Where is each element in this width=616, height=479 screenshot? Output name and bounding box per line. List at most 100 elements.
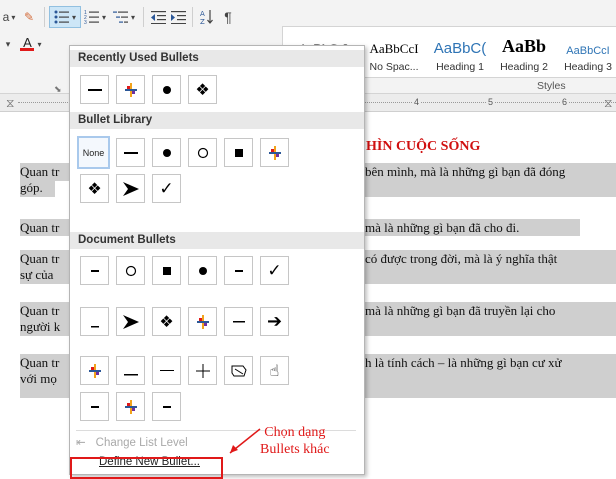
- style-sample: AaBb: [501, 36, 546, 56]
- bullet-colorful-option[interactable]: [116, 75, 145, 104]
- bullet-colorful-option[interactable]: [188, 307, 217, 336]
- font-color-swatch: [20, 48, 35, 51]
- paragraph-text: sự của: [20, 267, 54, 282]
- ruler-mark: 4: [412, 97, 422, 107]
- multilevel-list-icon: [112, 11, 128, 23]
- pointing-hand-icon: ☝: [269, 361, 280, 380]
- paragraph-text: Quan tr: [20, 251, 60, 266]
- paragraph-text: Quan tr: [20, 303, 60, 318]
- bullet-short-dash-option[interactable]: [152, 392, 181, 421]
- paragraph-text: mà là những gì bạn đã cho đi.: [365, 220, 520, 235]
- bullet-filled-circle-option[interactable]: [152, 75, 181, 104]
- bullet-short-dash-option[interactable]: [224, 256, 253, 285]
- bullet-colorful-option[interactable]: [116, 392, 145, 421]
- format-painter-icon[interactable]: ✎: [18, 6, 40, 28]
- bullet-colorful-option[interactable]: [260, 138, 289, 167]
- annotation-line: Chọn dạng: [264, 425, 326, 440]
- paragraph-text: mà là những gì bạn đã truyền lại cho: [365, 303, 556, 318]
- annotation-text: Chọn dạng Bullets khác: [260, 424, 330, 458]
- change-list-level-label: Change List Level: [95, 437, 188, 449]
- bullet-diamond-option[interactable]: ❖: [152, 307, 181, 336]
- plus-icon: [195, 363, 210, 378]
- four-diamond-icon: ❖: [159, 312, 174, 331]
- document-bullets-header: Document Bullets: [70, 232, 364, 249]
- style-name: No Spac...: [369, 61, 419, 73]
- arrowhead-icon: [122, 181, 139, 196]
- style-name: Heading 1: [436, 61, 484, 73]
- right-arrow-icon: ➔: [266, 311, 283, 332]
- bullets-icon: [54, 10, 69, 24]
- font-case-dropdown[interactable]: a ▾: [0, 6, 18, 28]
- bullet-thin-dash-option[interactable]: [152, 356, 181, 385]
- bullet-long-dash-option[interactable]: [116, 356, 145, 385]
- bullet-hand-option[interactable]: ☝: [260, 356, 289, 385]
- chevron-down-icon: ▾: [101, 12, 106, 22]
- style-name: Heading 3: [564, 61, 612, 73]
- font-color-button[interactable]: A ▾: [16, 33, 46, 55]
- svg-text:Z: Z: [200, 18, 205, 25]
- style-heading-3[interactable]: AaBbCcI Heading 3: [559, 27, 616, 77]
- bullet-arrow-option[interactable]: ➔: [260, 307, 289, 336]
- paragraph-text: h là tính cách – là những gì bạn cư xử: [365, 355, 562, 370]
- bullet-arrowhead-option[interactable]: [116, 307, 145, 336]
- paragraph-text: Quan tr: [20, 220, 60, 235]
- change-level-icon: ⇤: [76, 437, 86, 449]
- bullet-arrowhead-option[interactable]: [116, 174, 145, 203]
- paragraph-text: có được trong đời, mà là ý nghĩa thật: [365, 251, 558, 266]
- colorful-bullet-icon: [196, 314, 209, 329]
- style-sample: AaBbC(: [433, 40, 487, 57]
- bullet-plus-option[interactable]: [188, 356, 217, 385]
- bullet-filled-circle-option[interactable]: [152, 138, 181, 167]
- bullet-dash-option[interactable]: [116, 138, 145, 167]
- increase-indent-icon: [170, 10, 186, 24]
- colorful-bullet-icon: [124, 399, 137, 414]
- bullets-button[interactable]: ▾: [49, 6, 81, 28]
- sort-button[interactable]: AZ: [197, 6, 217, 28]
- colorful-bullet-icon: [268, 145, 281, 160]
- bullet-colorful-option[interactable]: [80, 356, 109, 385]
- bullet-pen-option[interactable]: [224, 356, 253, 385]
- decrease-indent-button[interactable]: [148, 6, 168, 28]
- svg-text:3: 3: [84, 20, 87, 24]
- colorful-bullet-icon: [88, 363, 101, 378]
- paragraph-text: Quan tr: [20, 164, 60, 179]
- style-no-spacing[interactable]: AaBbCcI No Spac...: [363, 27, 425, 77]
- show-formatting-button[interactable]: ¶: [217, 6, 239, 28]
- bullet-diamond-option[interactable]: ❖: [80, 174, 109, 203]
- bullet-hollow-circle-option[interactable]: [188, 138, 217, 167]
- paragraph-text: góp.: [20, 180, 43, 195]
- pilcrow-icon: ¶: [224, 9, 232, 25]
- right-indent-marker-icon[interactable]: ⧖: [604, 96, 612, 111]
- ribbon-row-font: ▾ A ▾: [0, 31, 46, 57]
- none-label: None: [82, 147, 105, 158]
- indent-marker-icon[interactable]: ⧖: [6, 96, 14, 111]
- styles-group-label: Styles: [537, 80, 566, 92]
- bullet-dash-option[interactable]: [224, 307, 253, 336]
- multilevel-list-button[interactable]: ▾: [109, 6, 139, 28]
- numbering-button[interactable]: 123 ▾: [81, 6, 109, 28]
- chevron-down-icon: ▾: [71, 12, 76, 22]
- bullet-hollow-circle-option[interactable]: [116, 256, 145, 285]
- bullet-checkmark-option[interactable]: ✓: [260, 256, 289, 285]
- change-list-level-item: ⇤ Change List Level: [76, 435, 188, 449]
- style-name: Heading 2: [500, 61, 548, 73]
- style-heading-1[interactable]: AaBbC( Heading 1: [431, 27, 489, 77]
- bullet-checkmark-option[interactable]: ✓: [152, 174, 181, 203]
- bullet-square-option[interactable]: [152, 256, 181, 285]
- ruler-mark: 6: [560, 97, 570, 107]
- bullet-diamond-option[interactable]: ❖: [188, 75, 217, 104]
- bullet-short-dash-option[interactable]: [80, 392, 109, 421]
- style-heading-2[interactable]: AaBb Heading 2: [495, 27, 553, 77]
- highlight-box: [70, 457, 223, 479]
- bullet-filled-circle-option[interactable]: [188, 256, 217, 285]
- bullet-none-option[interactable]: None: [77, 136, 110, 169]
- bullet-short-dash-option[interactable]: [80, 256, 109, 285]
- four-diamond-icon: ❖: [87, 179, 102, 198]
- bullet-underscore-option[interactable]: [80, 307, 109, 336]
- increase-indent-button[interactable]: [168, 6, 188, 28]
- ribbon-separator: [143, 7, 144, 27]
- text-effect-dropdown[interactable]: ▾: [0, 33, 16, 55]
- paragraph-text: người k: [20, 319, 61, 334]
- bullet-square-option[interactable]: [224, 138, 253, 167]
- bullet-dash-option[interactable]: [80, 75, 109, 104]
